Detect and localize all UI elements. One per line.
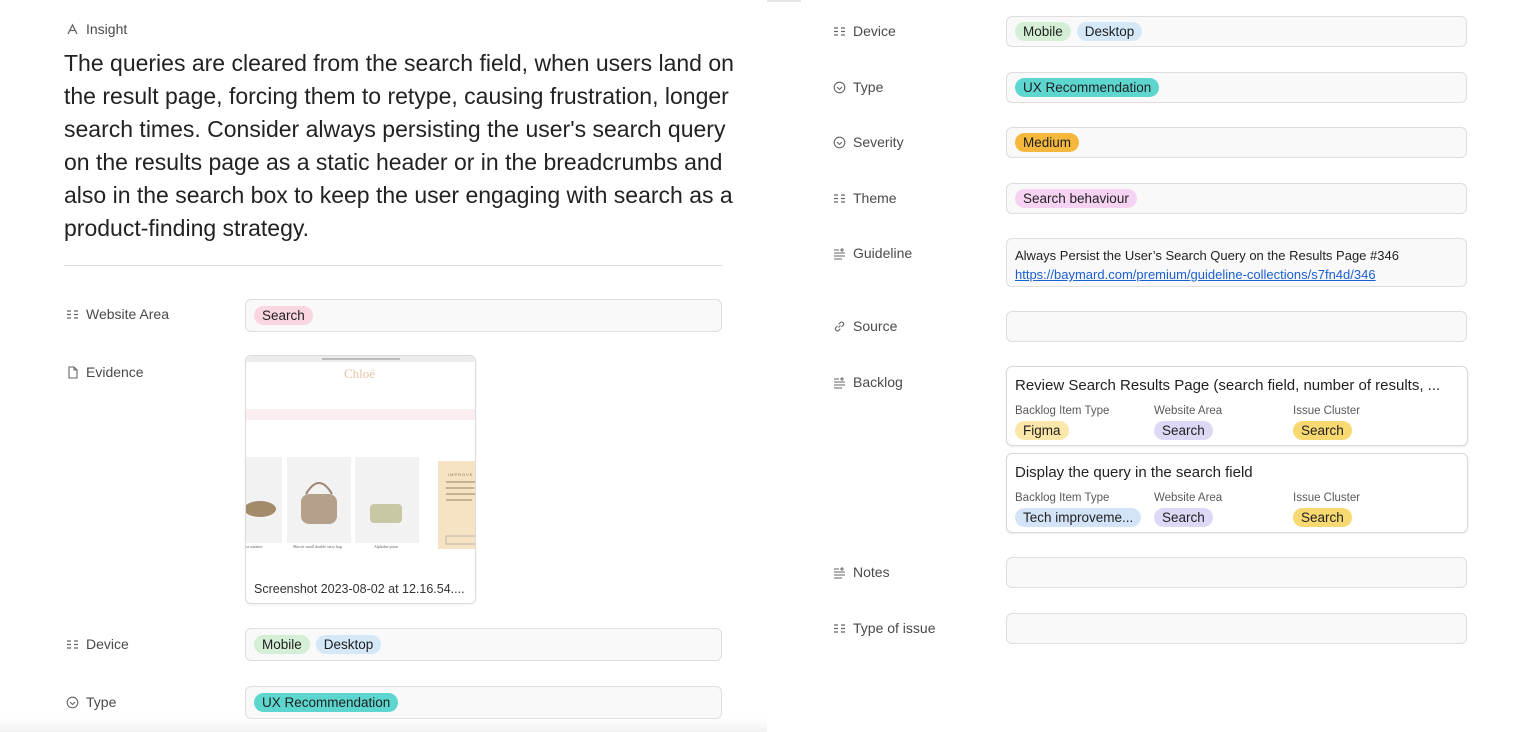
tag-desktop: Desktop (1076, 22, 1143, 41)
theme-field[interactable]: Search behaviour (1006, 183, 1467, 214)
type-field[interactable]: UX Recommendation (1006, 72, 1467, 103)
tag-search: Search (1293, 421, 1352, 440)
guideline-label: Guideline (833, 245, 912, 261)
backlog-item-title[interactable]: Display the query in the search field (1015, 464, 1461, 481)
severity-field[interactable]: Medium (1006, 127, 1467, 158)
insight-text[interactable]: The queries are cleared from the search … (64, 47, 734, 245)
tag-tech-improvement: Tech improveme... (1015, 508, 1142, 527)
backlog-item-type: Backlog Item Type Tech improveme... (1015, 492, 1142, 527)
list-icon (66, 638, 79, 651)
backlog-item-card[interactable]: Display the query in the search field Ba… (1006, 453, 1468, 533)
type-of-issue-field[interactable] (1006, 613, 1467, 644)
backlog-item-card[interactable]: Review Search Results Page (search field… (1006, 366, 1468, 446)
backlog-website-area: Website Area Search (1154, 492, 1223, 527)
tag-search: Search (1154, 508, 1213, 527)
tag-desktop: Desktop (315, 635, 382, 654)
type-of-issue-label: Type of issue (833, 620, 936, 636)
section-divider (64, 265, 722, 266)
type-label: Type (833, 79, 883, 95)
tag-search: Search (1293, 508, 1352, 527)
tag-medium: Medium (1015, 133, 1080, 152)
thumb-brand-logo: Chloé (344, 366, 376, 381)
tag-mobile: Mobile (1015, 22, 1071, 41)
backlog-issue-cluster: Issue Cluster Search (1293, 405, 1361, 440)
list-icon (833, 25, 846, 38)
guideline-link[interactable]: https://baymard.com/premium/guideline-co… (1015, 265, 1458, 284)
tag-search-behaviour: Search behaviour (1015, 189, 1137, 208)
list-icon (66, 308, 79, 321)
backlog-label: Backlog (833, 374, 903, 390)
link-icon (833, 320, 846, 333)
text-lines-icon (833, 376, 846, 389)
source-field[interactable] (1006, 311, 1467, 342)
device-field-left[interactable]: Mobile Desktop (245, 628, 722, 661)
device-label: Device (833, 23, 896, 39)
text-lines-icon (833, 566, 846, 579)
evidence-file-name[interactable]: Screenshot 2023-08-02 at 12.16.54.... (254, 582, 469, 596)
tag-search: Search (254, 306, 313, 325)
guideline-field[interactable]: Always Persist the User’s Search Query o… (1006, 238, 1467, 287)
file-icon (66, 365, 79, 379)
thumb-caption-2: Marcie small double carry bag (293, 544, 342, 549)
severity-label: Severity (833, 134, 904, 150)
tag-ux-recommendation: UX Recommendation (1015, 78, 1160, 97)
device-label-left: Device (66, 636, 129, 652)
notes-label: Notes (833, 564, 890, 580)
tag-mobile: Mobile (254, 635, 310, 654)
left-panel: Insight The queries are cleared from the… (0, 0, 767, 732)
bottom-fade (0, 718, 767, 732)
backlog-website-area: Website Area Search (1154, 405, 1223, 440)
tag-ux-recommendation: UX Recommendation (254, 693, 399, 712)
circle-check-icon (66, 696, 79, 709)
notes-field[interactable] (1006, 557, 1467, 588)
website-area-label: Website Area (66, 306, 169, 322)
panel-edge-shadow (767, 0, 801, 2)
type-field-left[interactable]: UX Recommendation (245, 686, 722, 719)
evidence-thumbnail[interactable]: Chloé ra sneaker Marcie small double car… (246, 356, 475, 568)
list-icon (833, 622, 846, 635)
list-icon (833, 192, 846, 205)
device-field[interactable]: Mobile Desktop (1006, 16, 1467, 47)
backlog-item-type: Backlog Item Type Figma (1015, 405, 1110, 440)
evidence-attachment-card[interactable]: Chloé ra sneaker Marcie small double car… (245, 355, 476, 604)
guideline-text: Always Persist the User’s Search Query o… (1015, 248, 1399, 263)
thumb-caption-1: ra sneaker (246, 544, 263, 549)
thumb-promo-text: IMPROVE (448, 472, 474, 477)
evidence-label: Evidence (66, 364, 144, 380)
insight-label-text: Insight (86, 21, 128, 37)
backlog-issue-cluster: Issue Cluster Search (1293, 492, 1361, 527)
tag-search: Search (1154, 421, 1213, 440)
tag-figma: Figma (1015, 421, 1069, 440)
circle-check-icon (833, 81, 846, 94)
insight-label: Insight (66, 21, 127, 37)
text-lines-icon (833, 247, 846, 260)
theme-label: Theme (833, 190, 897, 206)
text-a-icon (66, 23, 79, 36)
backlog-item-title[interactable]: Review Search Results Page (search field… (1015, 377, 1461, 394)
source-label: Source (833, 318, 897, 334)
circle-check-icon (833, 136, 846, 149)
type-label-left: Type (66, 694, 116, 710)
thumb-caption-3: Alphabet purse (374, 544, 399, 549)
website-area-field[interactable]: Search (245, 299, 722, 332)
